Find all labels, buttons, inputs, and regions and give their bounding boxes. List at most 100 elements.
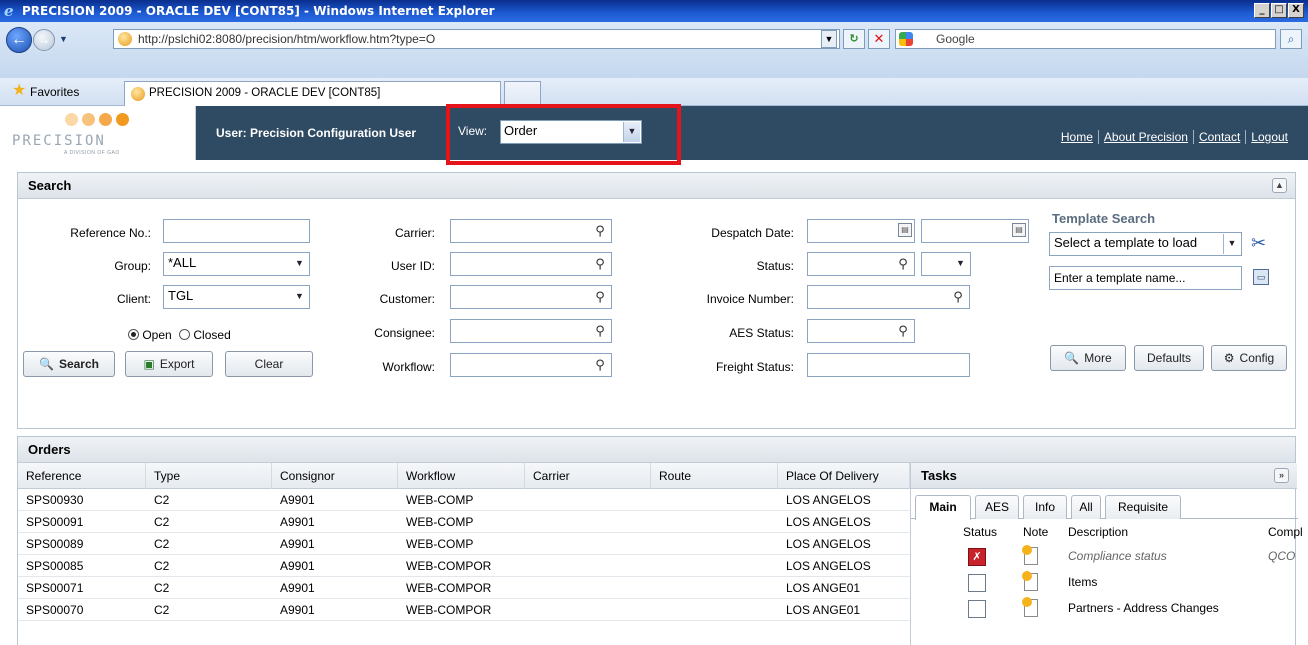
more-button[interactable]: 🔍 More <box>1050 345 1126 371</box>
status-input[interactable]: ⚲ <box>807 252 915 276</box>
about-link[interactable]: About Precision <box>1099 130 1194 144</box>
status-operator-select[interactable]: ▼ <box>921 252 971 276</box>
open-radio[interactable] <box>128 329 139 340</box>
lookup-icon[interactable]: ⚲ <box>591 356 609 374</box>
minimize-button[interactable]: _ <box>1254 3 1270 18</box>
chevron-down-icon[interactable]: ▼ <box>1223 234 1240 254</box>
carrier-input[interactable]: ⚲ <box>450 219 612 243</box>
browser-search-box[interactable]: Google <box>895 29 1276 49</box>
favorites-star-icon[interactable]: ★ <box>12 83 26 99</box>
refresh-icon[interactable]: ↻ <box>843 29 865 49</box>
calendar-icon[interactable]: ▤ <box>898 223 912 237</box>
tab-main[interactable]: Main <box>915 495 971 520</box>
tab-requisite[interactable]: Requisite <box>1105 495 1181 519</box>
tab-aes[interactable]: AES <box>975 495 1019 519</box>
cell-consignor: A9901 <box>280 559 315 573</box>
workflow-input[interactable]: ⚲ <box>450 353 612 377</box>
lookup-icon[interactable]: ⚲ <box>591 322 609 340</box>
table-row[interactable]: SPS00071 C2 A9901 WEB-COMPOR LOS ANGE01 <box>18 577 910 599</box>
expand-right-icon[interactable]: » <box>1274 468 1289 483</box>
despatch-date-to[interactable]: ▤ <box>921 219 1029 243</box>
cell-place-of-delivery: LOS ANGE01 <box>786 603 861 617</box>
note-icon[interactable] <box>1022 597 1038 617</box>
col-header-consignor[interactable]: Consignor <box>272 463 398 489</box>
lookup-icon[interactable]: ⚲ <box>894 322 912 340</box>
task-row[interactable]: Partners - Address Changes <box>911 595 1298 621</box>
cell-workflow: WEB-COMPOR <box>406 581 492 595</box>
template-name-input[interactable]: Enter a template name... <box>1049 266 1242 290</box>
lookup-icon[interactable]: ⚲ <box>591 222 609 240</box>
browser-tab-active[interactable]: PRECISION 2009 - ORACLE DEV [CONT85] <box>124 81 501 106</box>
template-select[interactable]: Select a template to load ▼ <box>1049 232 1242 256</box>
task-row[interactable]: ✗ Compliance status QCO <box>911 543 1298 569</box>
lookup-icon[interactable]: ⚲ <box>591 255 609 273</box>
status-failed-icon[interactable]: ✗ <box>968 548 986 566</box>
group-select[interactable]: *ALL ▼ <box>163 252 310 276</box>
browser-search-icon[interactable]: ⌕ <box>1280 29 1302 49</box>
cell-reference: SPS00930 <box>26 493 84 507</box>
consignee-input[interactable]: ⚲ <box>450 319 612 343</box>
customer-label: Customer: <box>379 292 435 306</box>
address-bar[interactable]: http://pslchi02:8080/precision/htm/workf… <box>113 29 840 49</box>
chevron-down-icon[interactable]: ▼ <box>291 287 308 307</box>
scissors-icon[interactable]: ✂ <box>1251 233 1266 254</box>
invoice-number-input[interactable]: ⚲ <box>807 285 970 309</box>
chevron-down-icon[interactable]: ▼ <box>952 254 969 274</box>
logout-link[interactable]: Logout <box>1246 130 1288 144</box>
tab-info[interactable]: Info <box>1023 495 1067 519</box>
userid-input[interactable]: ⚲ <box>450 252 612 276</box>
favorites-bar: ★ Favorites PRECISION 2009 - ORACLE DEV … <box>0 78 1308 106</box>
new-tab-button[interactable] <box>504 81 541 106</box>
cell-consignor: A9901 <box>280 515 315 529</box>
table-row[interactable]: SPS00091 C2 A9901 WEB-COMP LOS ANGELOS <box>18 511 910 533</box>
client-select[interactable]: TGL ▼ <box>163 285 310 309</box>
freight-status-input[interactable] <box>807 353 970 377</box>
config-button[interactable]: ⚙ Config <box>1211 345 1287 371</box>
clear-button[interactable]: Clear <box>225 351 313 377</box>
col-header-route[interactable]: Route <box>651 463 778 489</box>
contact-link[interactable]: Contact <box>1194 130 1247 144</box>
stop-icon[interactable]: ✕ <box>868 29 890 49</box>
home-link[interactable]: Home <box>1056 130 1099 144</box>
table-row[interactable]: SPS00085 C2 A9901 WEB-COMPOR LOS ANGELOS <box>18 555 910 577</box>
search-button[interactable]: 🔍 Search <box>23 351 115 377</box>
close-window-button[interactable]: X <box>1288 3 1304 18</box>
col-header-place-of-delivery[interactable]: Place Of Delivery <box>778 463 910 489</box>
lookup-icon[interactable]: ⚲ <box>949 288 967 306</box>
lookup-icon[interactable]: ⚲ <box>591 288 609 306</box>
note-icon[interactable] <box>1022 545 1038 565</box>
table-row[interactable]: SPS00089 C2 A9901 WEB-COMP LOS ANGELOS <box>18 533 910 555</box>
col-header-type[interactable]: Type <box>146 463 272 489</box>
cell-place-of-delivery: LOS ANGELOS <box>786 559 871 573</box>
forward-arrow-icon[interactable]: → <box>33 29 55 51</box>
collapse-up-icon[interactable]: ▲ <box>1272 178 1287 193</box>
table-row[interactable]: SPS00930 C2 A9901 WEB-COMP LOS ANGELOS <box>18 489 910 511</box>
despatch-date-from[interactable]: ▤ <box>807 219 915 243</box>
customer-input[interactable]: ⚲ <box>450 285 612 309</box>
maximize-button[interactable]: □ <box>1271 3 1287 18</box>
col-header-workflow[interactable]: Workflow <box>398 463 525 489</box>
chevron-down-icon[interactable]: ▼ <box>291 254 308 274</box>
defaults-button[interactable]: Defaults <box>1134 345 1204 371</box>
aes-status-input[interactable]: ⚲ <box>807 319 915 343</box>
back-arrow-icon[interactable]: ← <box>6 27 32 53</box>
history-dropdown-icon[interactable]: ▼ <box>59 34 68 44</box>
table-row[interactable]: SPS00070 C2 A9901 WEB-COMPOR LOS ANGE01 <box>18 599 910 621</box>
export-button[interactable]: ▣ Export <box>125 351 213 377</box>
status-checkbox[interactable] <box>968 600 986 618</box>
reference-input[interactable] <box>163 219 310 243</box>
col-header-carrier[interactable]: Carrier <box>525 463 651 489</box>
calendar-icon[interactable]: ▤ <box>1012 223 1026 237</box>
closed-radio[interactable] <box>179 329 191 340</box>
status-checkbox[interactable] <box>968 574 986 592</box>
favorites-button[interactable]: Favorites <box>30 85 79 99</box>
tab-all[interactable]: All <box>1071 495 1101 519</box>
address-dropdown-icon[interactable]: ▼ <box>821 30 837 48</box>
task-row[interactable]: Items <box>911 569 1298 595</box>
gear-icon: ⚙ <box>1223 351 1235 365</box>
save-icon[interactable]: ▭ <box>1253 269 1269 285</box>
cell-type: C2 <box>154 515 170 529</box>
col-header-reference[interactable]: Reference <box>18 463 146 489</box>
lookup-icon[interactable]: ⚲ <box>894 255 912 273</box>
note-icon[interactable] <box>1022 571 1038 591</box>
